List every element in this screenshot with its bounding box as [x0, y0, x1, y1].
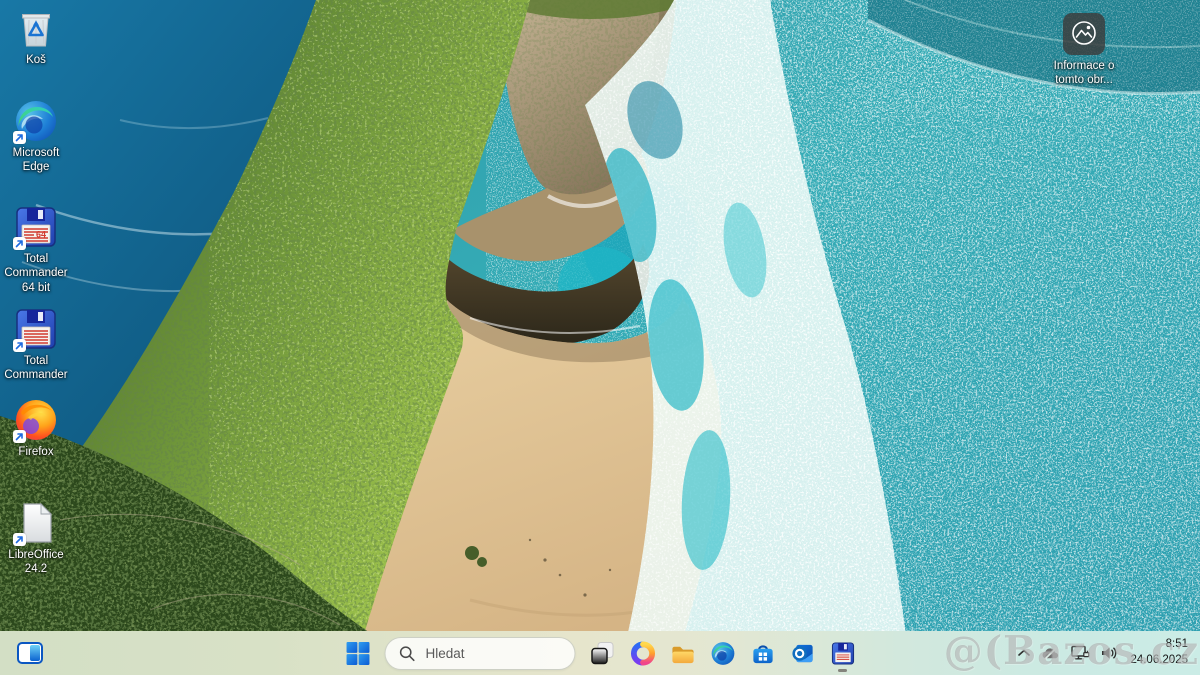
widgets-icon: [17, 642, 43, 664]
total-commander-icon: [13, 307, 58, 352]
icon-label: Microsoft Edge: [12, 147, 60, 174]
wallpaper-kelingking-beach: [0, 0, 1200, 675]
copilot-icon: [630, 640, 655, 666]
search-icon: [399, 645, 415, 661]
taskbar: 8:51 24.06.2025: [0, 631, 1200, 675]
edge-taskbar-button[interactable]: [703, 633, 743, 673]
file-explorer-icon: [671, 646, 694, 663]
network-tray-button[interactable]: [1066, 635, 1095, 671]
desktop-icon-libreoffice[interactable]: LibreOffice 24.2: [0, 501, 74, 577]
tray-clock[interactable]: 8:51 24.06.2025: [1124, 637, 1196, 668]
desktop-screen: Koš Microsoft Edge 64 Total Commander 64…: [0, 0, 1200, 675]
ethernet-network-icon: [1071, 645, 1090, 660]
desktop-icon-microsoft-edge[interactable]: Microsoft Edge: [0, 99, 74, 175]
total-commander-icon: [831, 641, 854, 665]
desktop-icon-total-commander-64[interactable]: 64 Total Commander 64 bit: [0, 205, 74, 295]
volume-icon: [1102, 647, 1117, 659]
total-commander-taskbar-button[interactable]: [823, 633, 863, 673]
volume-tray-button[interactable]: [1096, 635, 1123, 671]
microsoft-edge-icon: [13, 99, 58, 144]
running-indicator: [838, 669, 847, 672]
tray-date: 24.06.2025: [1130, 654, 1188, 666]
icon-label: Firefox: [18, 446, 54, 458]
desktop-icon-spotlight-info[interactable]: Informace o tomto obr...: [1046, 12, 1122, 88]
shortcut-arrow-icon: [13, 533, 26, 546]
floppy-64-badge: 64: [36, 230, 46, 240]
desktop-icon-firefox[interactable]: Firefox: [0, 398, 74, 459]
system-tray: 8:51 24.06.2025: [1013, 633, 1196, 673]
onedrive-cloud-icon: [1043, 646, 1059, 660]
outlook-button[interactable]: [783, 633, 823, 673]
desktop-icon-total-commander[interactable]: Total Commander: [0, 307, 74, 383]
total-commander-64-icon: 64: [13, 205, 58, 250]
microsoft-store-button[interactable]: [743, 633, 783, 673]
icon-label: LibreOffice 24.2: [8, 549, 64, 576]
icon-label: Informace o tomto obr...: [1053, 60, 1115, 87]
taskbar-center: [338, 633, 863, 673]
onedrive-tray-button[interactable]: [1036, 635, 1065, 671]
shortcut-arrow-icon: [13, 237, 26, 250]
shortcut-arrow-icon: [13, 339, 26, 352]
icon-label: Total Commander: [4, 355, 68, 382]
task-view-button[interactable]: [583, 633, 623, 673]
file-explorer-button[interactable]: [663, 633, 703, 673]
icon-label: Total Commander 64 bit: [4, 253, 68, 294]
firefox-icon: [13, 398, 58, 443]
shortcut-arrow-icon: [13, 131, 26, 144]
icon-label: Koš: [26, 54, 46, 66]
taskbar-search[interactable]: [384, 636, 576, 670]
chevron-up-icon: [1018, 649, 1031, 656]
recycle-bin-icon: [14, 6, 58, 50]
tray-time: 8:51: [1165, 638, 1188, 651]
task-view-icon: [591, 642, 614, 665]
start-button[interactable]: [338, 633, 378, 673]
hidden-icons-button[interactable]: [1013, 635, 1035, 671]
desktop-icon-recycle-bin[interactable]: Koš: [0, 6, 74, 67]
microsoft-store-icon: [752, 644, 773, 663]
outlook-icon: [791, 644, 813, 662]
microsoft-edge-icon: [711, 641, 734, 665]
libreoffice-document-icon: [13, 501, 58, 546]
shortcut-arrow-icon: [13, 430, 26, 443]
windows-start-icon: [346, 641, 369, 665]
widgets-button[interactable]: [10, 633, 50, 673]
search-input[interactable]: [423, 644, 562, 662]
copilot-button[interactable]: [623, 633, 663, 673]
picture-info-icon: [1062, 12, 1106, 56]
